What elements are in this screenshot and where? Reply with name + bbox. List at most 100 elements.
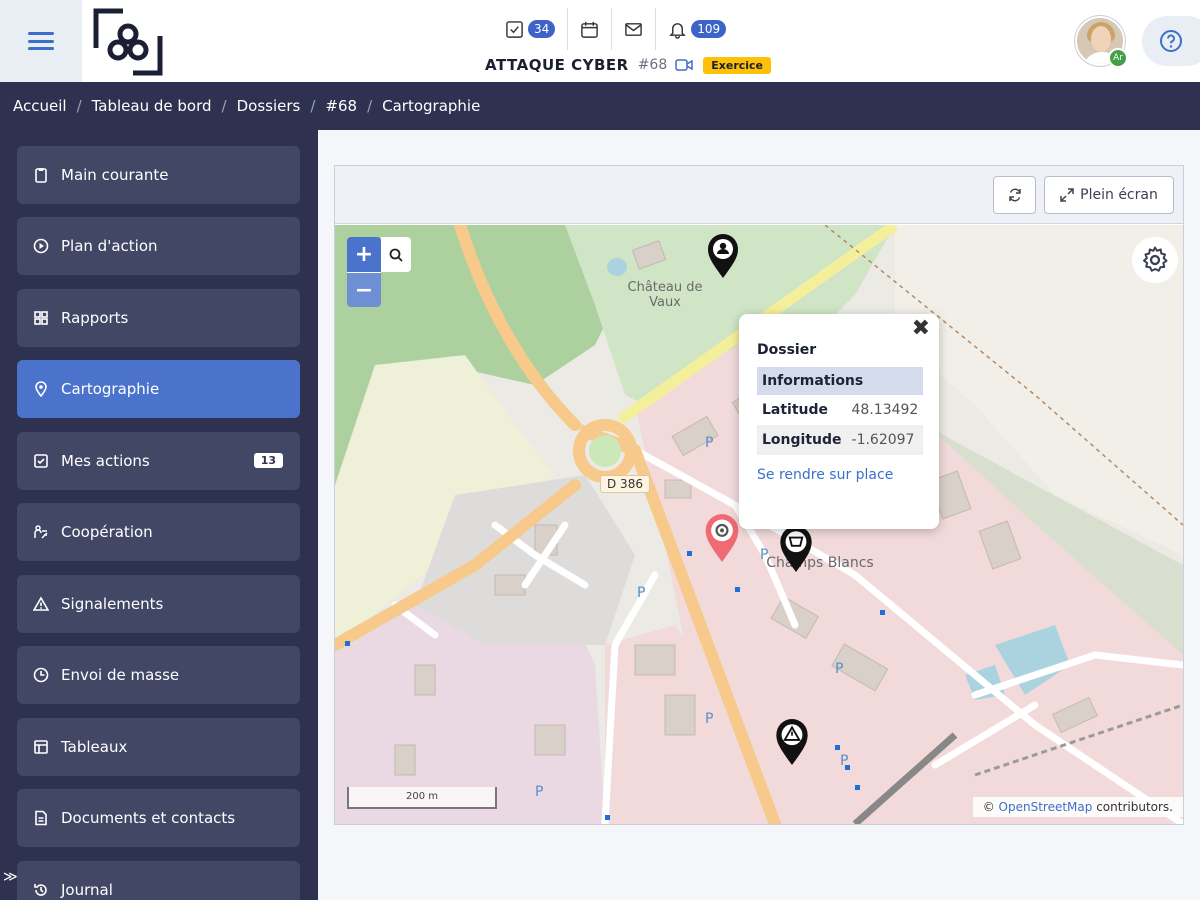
checkbox-icon bbox=[506, 20, 523, 38]
help-icon bbox=[1160, 30, 1182, 52]
table-row: Latitude 48.13492 bbox=[757, 395, 923, 425]
incident-header: 34 109 ATTAQUE CYBER #68 Exercice bbox=[485, 8, 785, 78]
breadcrumb-incident[interactable]: #68 bbox=[325, 97, 357, 115]
map-label-champs: Champs Blancs bbox=[766, 555, 874, 571]
notifications-badge: 109 bbox=[691, 20, 727, 38]
alert-marker-icon[interactable] bbox=[774, 718, 810, 766]
attribution-suffix: contributors. bbox=[1096, 800, 1173, 814]
osm-link[interactable]: OpenStreetMap bbox=[999, 800, 1093, 814]
tasks-badge: 34 bbox=[528, 20, 556, 38]
popup-title: Dossier bbox=[757, 342, 817, 358]
actions-count-badge: 13 bbox=[253, 453, 283, 468]
latitude-label: Latitude bbox=[762, 402, 829, 418]
collapse-sidebar-icon[interactable]: ≫ bbox=[3, 869, 18, 885]
mail-button[interactable] bbox=[612, 8, 657, 50]
sidebar-item-label: Cartographie bbox=[61, 380, 160, 398]
help-button[interactable] bbox=[1142, 16, 1200, 66]
longitude-label: Longitude bbox=[757, 425, 847, 455]
search-icon bbox=[389, 248, 403, 262]
gear-icon bbox=[1143, 246, 1168, 272]
map-panel: Plein écran P P P P P P P Château de Vau… bbox=[334, 165, 1184, 825]
notifications-button[interactable]: 109 bbox=[656, 8, 738, 50]
sidebar-item-plan-action[interactable]: Plan d'action bbox=[17, 217, 300, 275]
incident-number: #68 bbox=[637, 57, 668, 73]
sidebar-item-cooperation[interactable]: Coopération bbox=[17, 503, 300, 561]
sidebar-item-mes-actions[interactable]: Mes actions 13 bbox=[17, 432, 300, 490]
person-marker-icon[interactable] bbox=[706, 233, 740, 279]
zoom-in-button[interactable]: + bbox=[347, 237, 381, 272]
refresh-icon bbox=[1008, 188, 1021, 202]
breadcrumb: Accueil / Tableau de bord / Dossiers / #68/… bbox=[0, 82, 1200, 130]
history-icon bbox=[34, 884, 47, 896]
sidebar-item-documents-contacts[interactable]: Documents et contacts bbox=[17, 789, 300, 847]
map-search-button[interactable] bbox=[381, 237, 411, 272]
bell-icon bbox=[669, 22, 687, 39]
popup-section-header: Informations bbox=[757, 367, 924, 395]
dossier-popup: ✖ Dossier Informations Latitude 48.13492… bbox=[739, 314, 939, 529]
sidebar-item-label: Documents et contacts bbox=[61, 809, 236, 827]
map-road-label: D 386 bbox=[600, 475, 650, 493]
breadcrumb-dashboard[interactable]: Tableau de bord bbox=[92, 97, 212, 115]
map-label-chateau: Château de Vaux bbox=[627, 280, 703, 310]
map-toolbar: Plein écran bbox=[335, 166, 1183, 224]
sidebar-item-journal[interactable]: Journal bbox=[17, 861, 300, 900]
svg-text:P: P bbox=[535, 784, 543, 800]
building-marker-icon[interactable] bbox=[778, 525, 814, 573]
svg-text:P: P bbox=[835, 661, 843, 677]
sidebar-item-label: Signalements bbox=[61, 595, 164, 613]
cooperation-icon bbox=[34, 525, 48, 539]
go-to-location-link[interactable]: Se rendre sur place bbox=[757, 467, 922, 483]
breadcrumb-current: Cartographie bbox=[382, 97, 481, 115]
sidebar-item-label: Journal bbox=[61, 881, 113, 899]
zoom-out-button[interactable]: − bbox=[347, 272, 381, 307]
close-icon[interactable]: ✖ bbox=[912, 316, 930, 341]
sidebar-item-label: Mes actions bbox=[61, 452, 150, 470]
sidebar-item-tableaux[interactable]: Tableaux bbox=[17, 718, 300, 776]
latitude-value: 48.13492 bbox=[851, 402, 919, 418]
sidebar-item-label: Main courante bbox=[61, 166, 169, 184]
video-camera-icon[interactable] bbox=[675, 58, 693, 72]
zoom-controls: + − bbox=[347, 237, 381, 307]
sidebar-item-rapports[interactable]: Rapports bbox=[17, 289, 300, 347]
grid-icon bbox=[34, 311, 48, 325]
map-canvas[interactable]: PPP PPP P Château de Vaux Champs Blancs … bbox=[335, 225, 1183, 824]
checkbox-icon bbox=[34, 454, 48, 468]
map-settings-button[interactable] bbox=[1132, 237, 1178, 283]
popup-info-table: Informations Latitude 48.13492 Longitude… bbox=[757, 367, 924, 455]
sidebar-item-signalements[interactable]: Signalements bbox=[17, 575, 300, 633]
sidebar-item-label: Rapports bbox=[61, 309, 129, 327]
sidebar-item-envoi-de-masse[interactable]: Envoi de masse bbox=[17, 646, 300, 704]
sidebar-item-cartographie[interactable]: Cartographie bbox=[17, 360, 300, 418]
sidebar-item-label: Tableaux bbox=[61, 738, 128, 756]
menu-button[interactable] bbox=[0, 0, 82, 82]
location-pin-icon bbox=[35, 381, 47, 397]
dossier-marker-icon[interactable] bbox=[703, 513, 741, 563]
play-circle-icon bbox=[33, 238, 49, 254]
breadcrumb-dossiers[interactable]: Dossiers bbox=[237, 97, 301, 115]
svg-text:P: P bbox=[705, 435, 713, 451]
fullscreen-label: Plein écran bbox=[1080, 187, 1158, 203]
document-icon bbox=[35, 810, 47, 826]
exercise-tag: Exercice bbox=[703, 56, 772, 74]
refresh-button[interactable] bbox=[993, 176, 1036, 214]
map-scale: 200 m bbox=[347, 787, 497, 809]
clock-icon bbox=[33, 667, 49, 683]
incident-title: ATTAQUE CYBER bbox=[485, 56, 629, 74]
sidebar: Main courante Plan d'action Rapports Car… bbox=[0, 130, 318, 900]
breadcrumb-home[interactable]: Accueil bbox=[13, 97, 67, 115]
sidebar-item-main-courante[interactable]: Main courante bbox=[17, 146, 300, 204]
warning-icon bbox=[33, 596, 49, 611]
top-bar: 34 109 ATTAQUE CYBER #68 Exercice Ar bbox=[0, 0, 1200, 82]
attribution-prefix: © bbox=[982, 800, 995, 814]
hamburger-icon bbox=[28, 32, 54, 50]
clipboard-icon bbox=[35, 168, 47, 183]
table-row: Longitude -1.62097 bbox=[757, 425, 924, 455]
svg-text:P: P bbox=[637, 585, 645, 601]
sidebar-item-label: Envoi de masse bbox=[61, 666, 180, 684]
calendar-button[interactable] bbox=[568, 8, 613, 50]
svg-text:P: P bbox=[705, 711, 713, 727]
map-attribution: © OpenStreetMap contributors. bbox=[972, 797, 1183, 817]
calendar-icon bbox=[581, 21, 599, 38]
fullscreen-button[interactable]: Plein écran bbox=[1044, 176, 1174, 214]
tasks-button[interactable]: 34 bbox=[485, 8, 569, 50]
